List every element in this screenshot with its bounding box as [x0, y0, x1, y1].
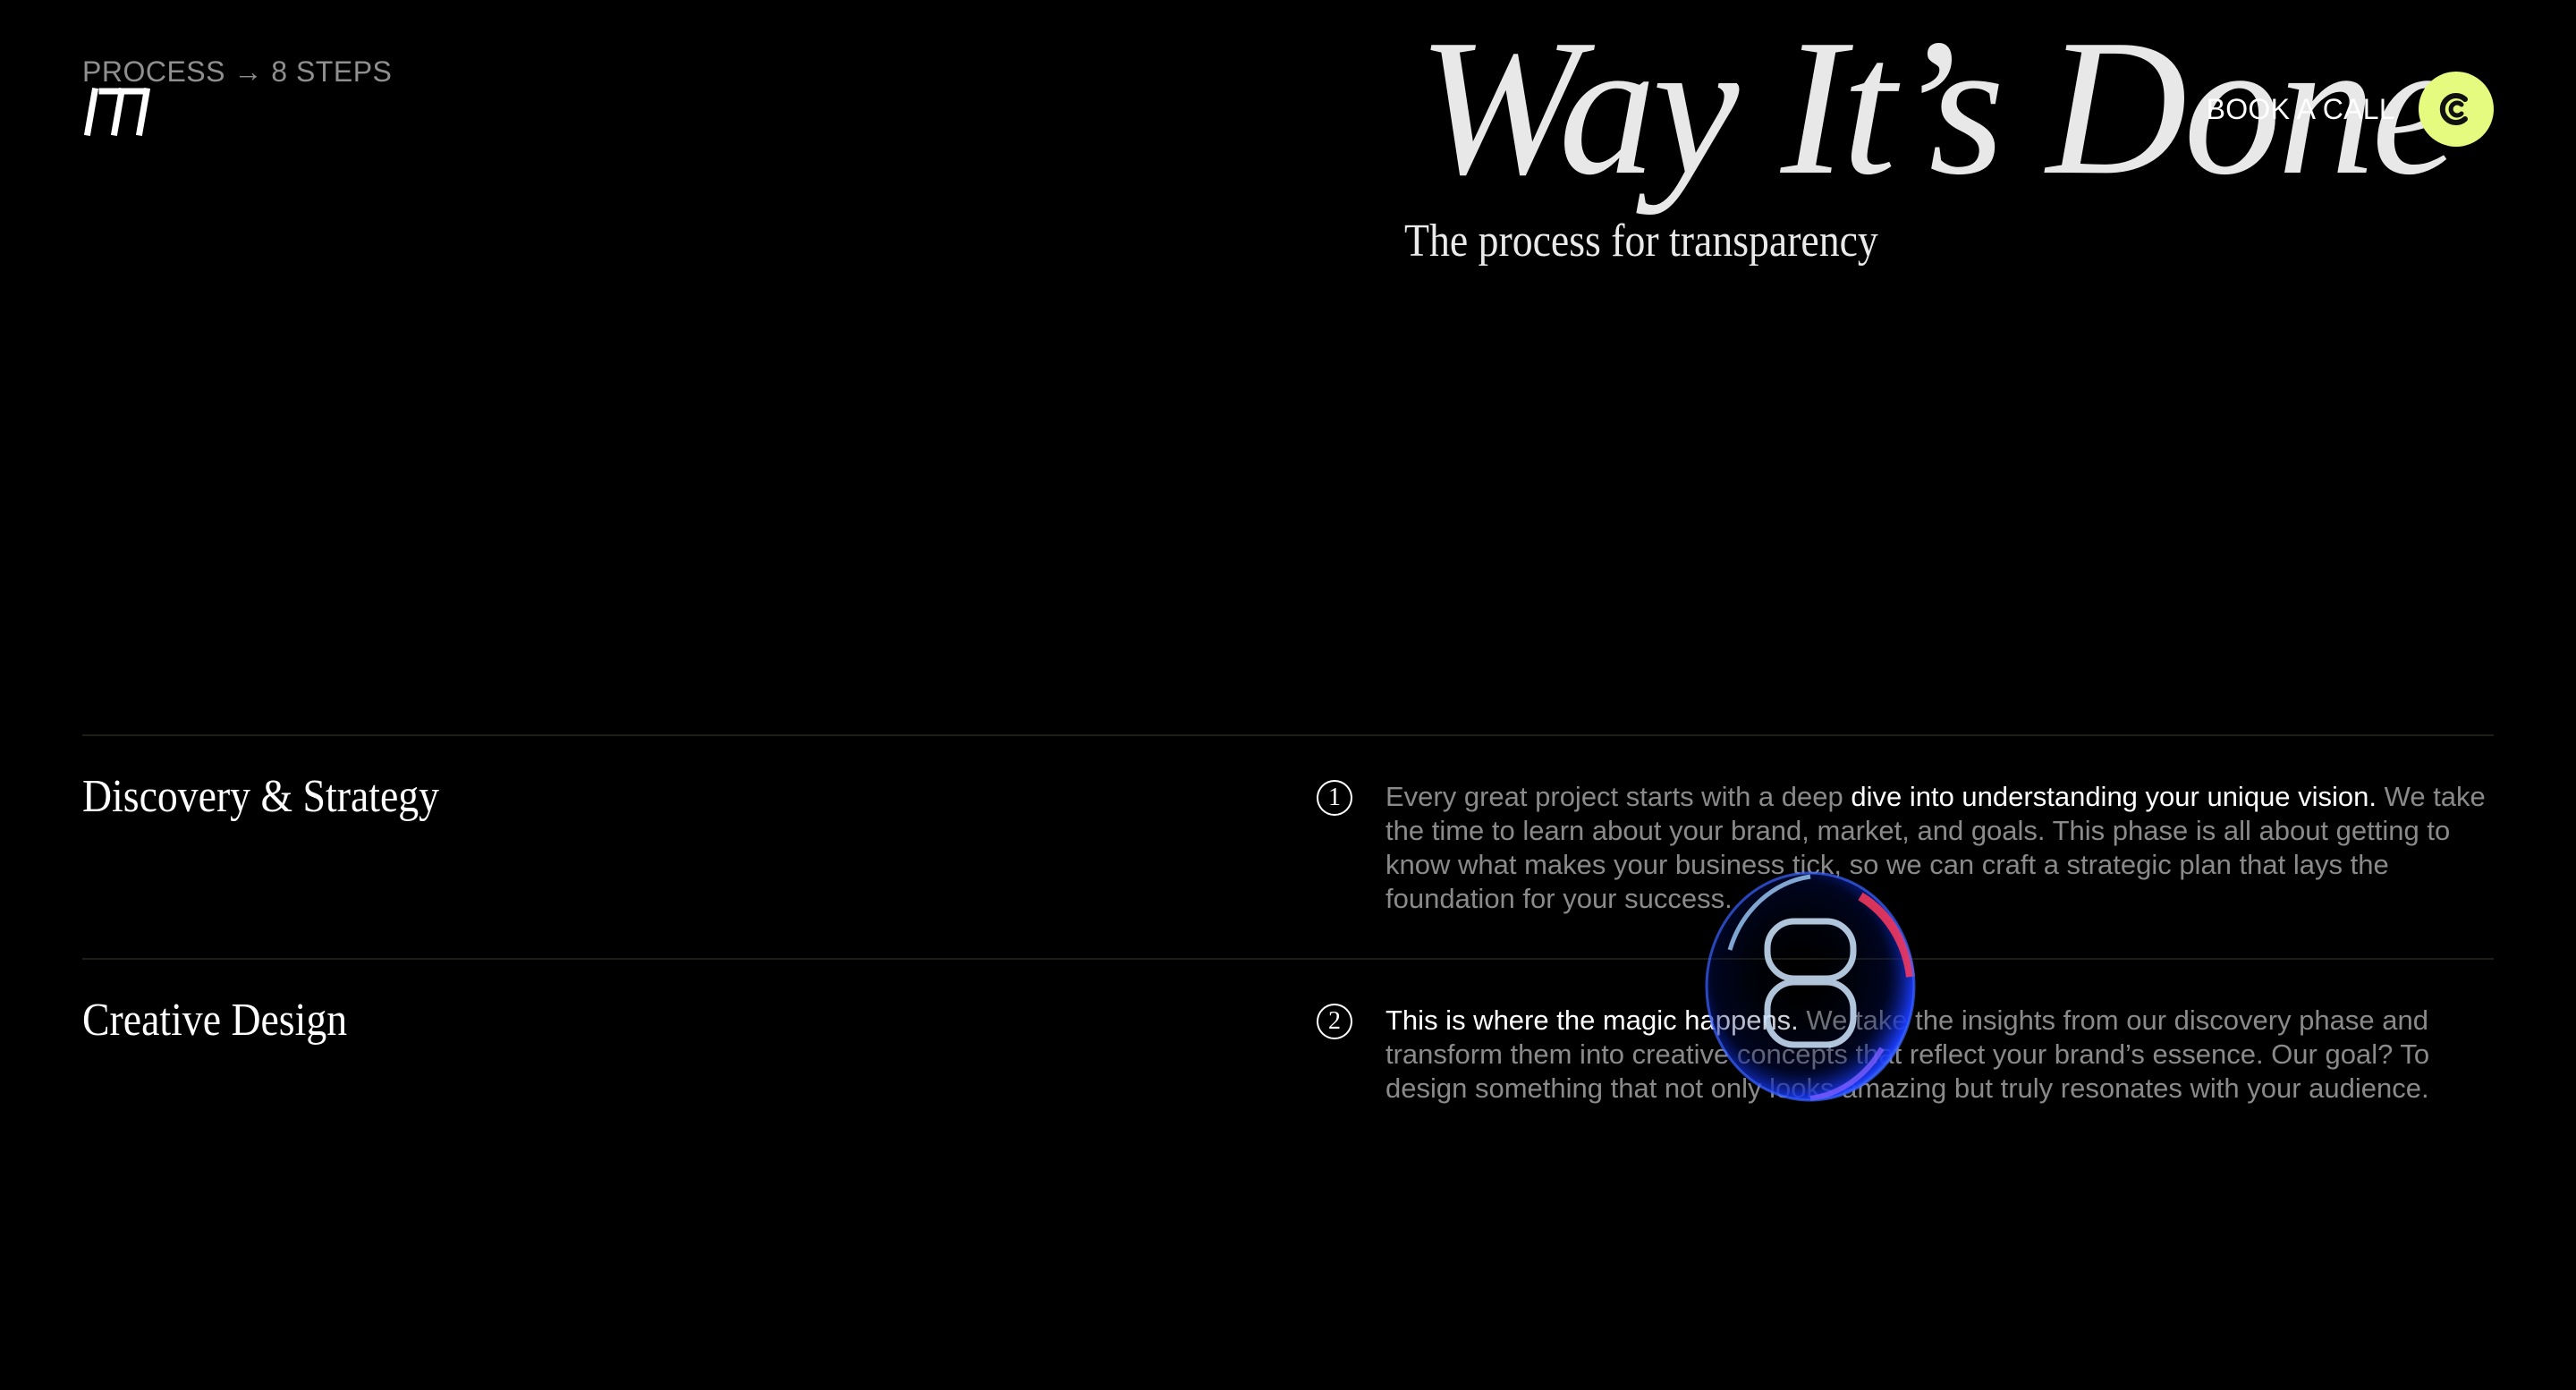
- slash-mark-logo[interactable]: [82, 84, 163, 138]
- step-description: Every great project starts with a deep d…: [1385, 780, 2495, 916]
- step-description: This is where the magic happens. We take…: [1385, 1004, 2495, 1106]
- book-call-label: BOOK A CALL: [2206, 92, 2395, 125]
- step-title: Discovery & Strategy: [82, 771, 440, 822]
- page-subtitle: The process for transparency: [1404, 216, 1878, 267]
- calendly-icon: [2419, 72, 2494, 147]
- step-number-badge: 2: [1317, 1004, 1352, 1039]
- step-text-lead: Every great project starts with a deep: [1385, 781, 1852, 812]
- step-number-badge: 1: [1317, 780, 1352, 816]
- step-text-highlight: This is where the magic happens.: [1385, 1004, 1799, 1036]
- step-title: Creative Design: [82, 995, 348, 1046]
- book-call-button[interactable]: BOOK A CALL: [2207, 72, 2494, 147]
- step-text-highlight: dive into understanding your unique visi…: [1851, 781, 2377, 812]
- divider: [82, 734, 2494, 736]
- divider: [82, 958, 2494, 960]
